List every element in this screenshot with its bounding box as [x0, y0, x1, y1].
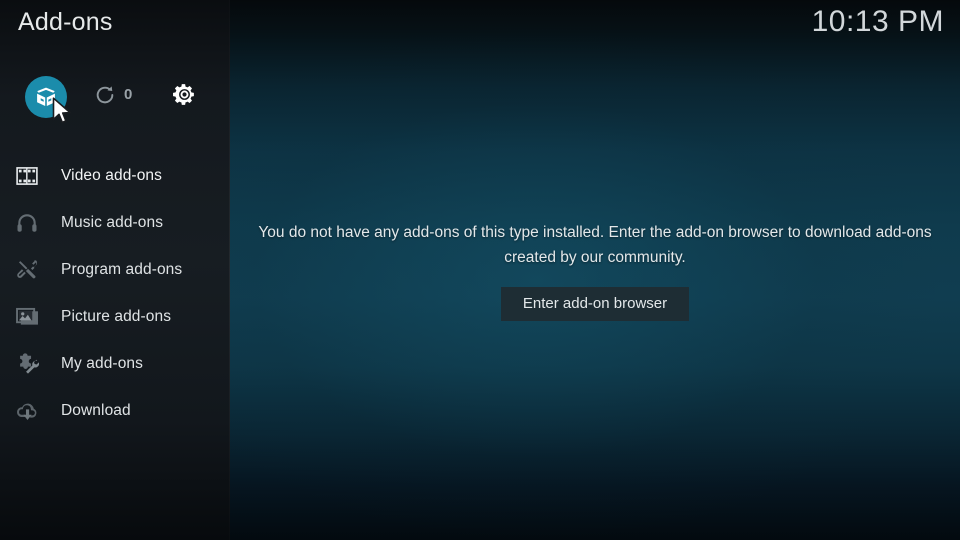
sidebar-item-program-addons[interactable]: Program add-ons	[0, 246, 230, 293]
update-count-label: 0	[124, 86, 133, 103]
sidebar-item-music-addons[interactable]: Music add-ons	[0, 199, 230, 246]
package-box-icon	[34, 85, 58, 109]
sidebar-item-my-addons[interactable]: My add-ons	[0, 340, 230, 387]
sidebar-item-label: Picture add-ons	[61, 307, 172, 325]
sidebar-item-label: Video add-ons	[61, 166, 162, 184]
sidebar-menu: Video add-ons Music add-ons Program add-…	[0, 152, 230, 434]
page-title: Add-ons	[18, 8, 113, 36]
empty-state-message: You do not have any add-ons of this type…	[258, 223, 932, 266]
sidebar: 0 Video add-ons Music add-ons Program ad…	[0, 0, 230, 540]
sidebar-item-label: Music add-ons	[61, 213, 164, 231]
kodi-addons-screen: 0 Video add-ons Music add-ons Program ad…	[0, 0, 960, 540]
check-for-updates-button[interactable]	[92, 84, 118, 110]
enter-addon-browser-button[interactable]: Enter add-on browser	[500, 286, 690, 321]
puzzle-wrench-icon	[10, 349, 44, 379]
cloud-download-icon	[10, 396, 44, 426]
crossed-tools-icon	[10, 255, 44, 285]
sidebar-item-picture-addons[interactable]: Picture add-ons	[0, 293, 230, 340]
sidebar-item-label: Download	[61, 401, 131, 419]
film-strip-icon	[10, 161, 44, 191]
sidebar-item-label: My add-ons	[61, 354, 143, 372]
settings-button[interactable]	[170, 83, 198, 111]
gear-icon	[172, 82, 197, 112]
addon-browser-icon-button[interactable]	[25, 76, 67, 118]
sidebar-item-download[interactable]: Download	[0, 387, 230, 434]
sidebar-item-video-addons[interactable]: Video add-ons	[0, 152, 230, 199]
picture-icon	[10, 302, 44, 332]
headphones-icon	[10, 208, 44, 238]
empty-state-panel: You do not have any add-ons of this type…	[230, 0, 960, 540]
refresh-icon	[94, 84, 116, 111]
sidebar-item-label: Program add-ons	[61, 260, 183, 278]
